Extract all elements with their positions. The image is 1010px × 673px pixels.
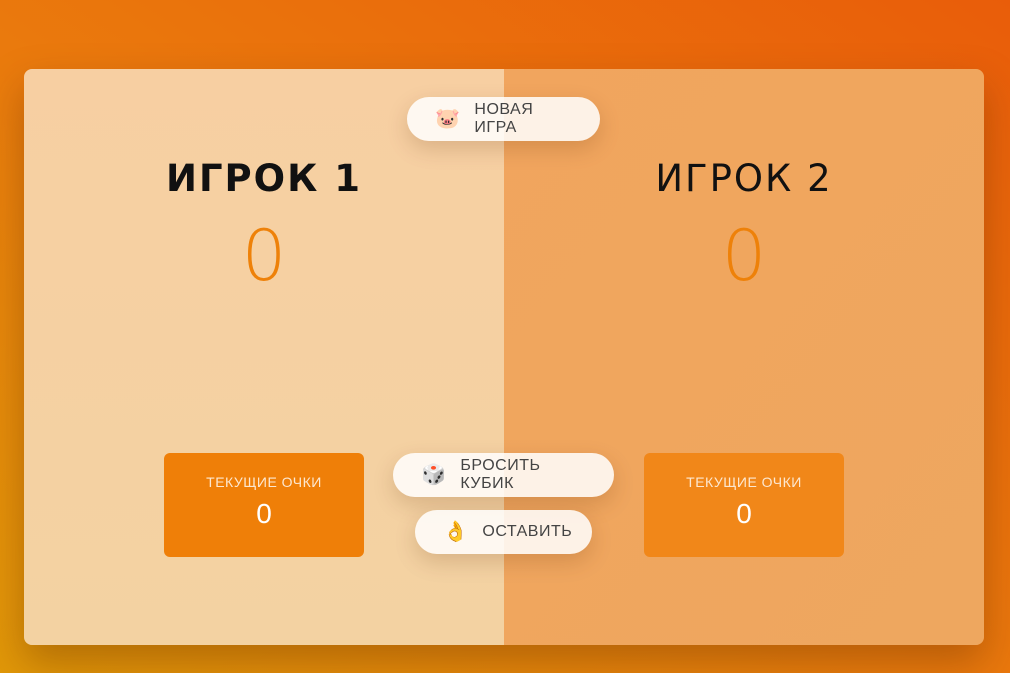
player-2-score: 0 xyxy=(721,215,767,297)
player-1-current-label: ТЕКУЩИЕ ОЧКИ xyxy=(206,474,322,490)
roll-dice-button[interactable]: 🎲 БРОСИТЬ КУБИК xyxy=(393,453,614,497)
hold-label: ОСТАВИТЬ xyxy=(482,523,573,540)
hold-button[interactable]: 👌 ОСТАВИТЬ xyxy=(415,510,592,554)
player-1-name: ИГРОК 1 xyxy=(166,157,362,200)
player-2-panel: ИГРОК 2 0 ТЕКУЩИЕ ОЧКИ 0 xyxy=(504,69,984,645)
player-2-current-box: ТЕКУЩИЕ ОЧКИ 0 xyxy=(644,453,844,557)
ok-hand-icon: 👌 xyxy=(443,521,469,543)
player-1-score: 0 xyxy=(241,215,287,297)
dice-icon: 🎲 xyxy=(421,464,447,486)
pig-icon: 🐷 xyxy=(435,108,461,130)
player-1-current-box: ТЕКУЩИЕ ОЧКИ 0 xyxy=(164,453,364,557)
roll-dice-label: БРОСИТЬ КУБИК xyxy=(460,457,541,492)
player-2-name: ИГРОК 2 xyxy=(655,157,833,200)
player-2-current-score: 0 xyxy=(736,498,752,529)
game-board: ИГРОК 1 0 ТЕКУЩИЕ ОЧКИ 0 ИГРОК 2 0 ТЕКУЩ… xyxy=(24,69,984,645)
new-game-button[interactable]: 🐷 НОВАЯ ИГРА xyxy=(407,97,600,141)
player-1-panel: ИГРОК 1 0 ТЕКУЩИЕ ОЧКИ 0 xyxy=(24,69,504,645)
player-2-current-label: ТЕКУЩИЕ ОЧКИ xyxy=(686,474,802,490)
new-game-label: НОВАЯ ИГРА xyxy=(474,101,534,136)
player-1-current-score: 0 xyxy=(256,498,272,529)
